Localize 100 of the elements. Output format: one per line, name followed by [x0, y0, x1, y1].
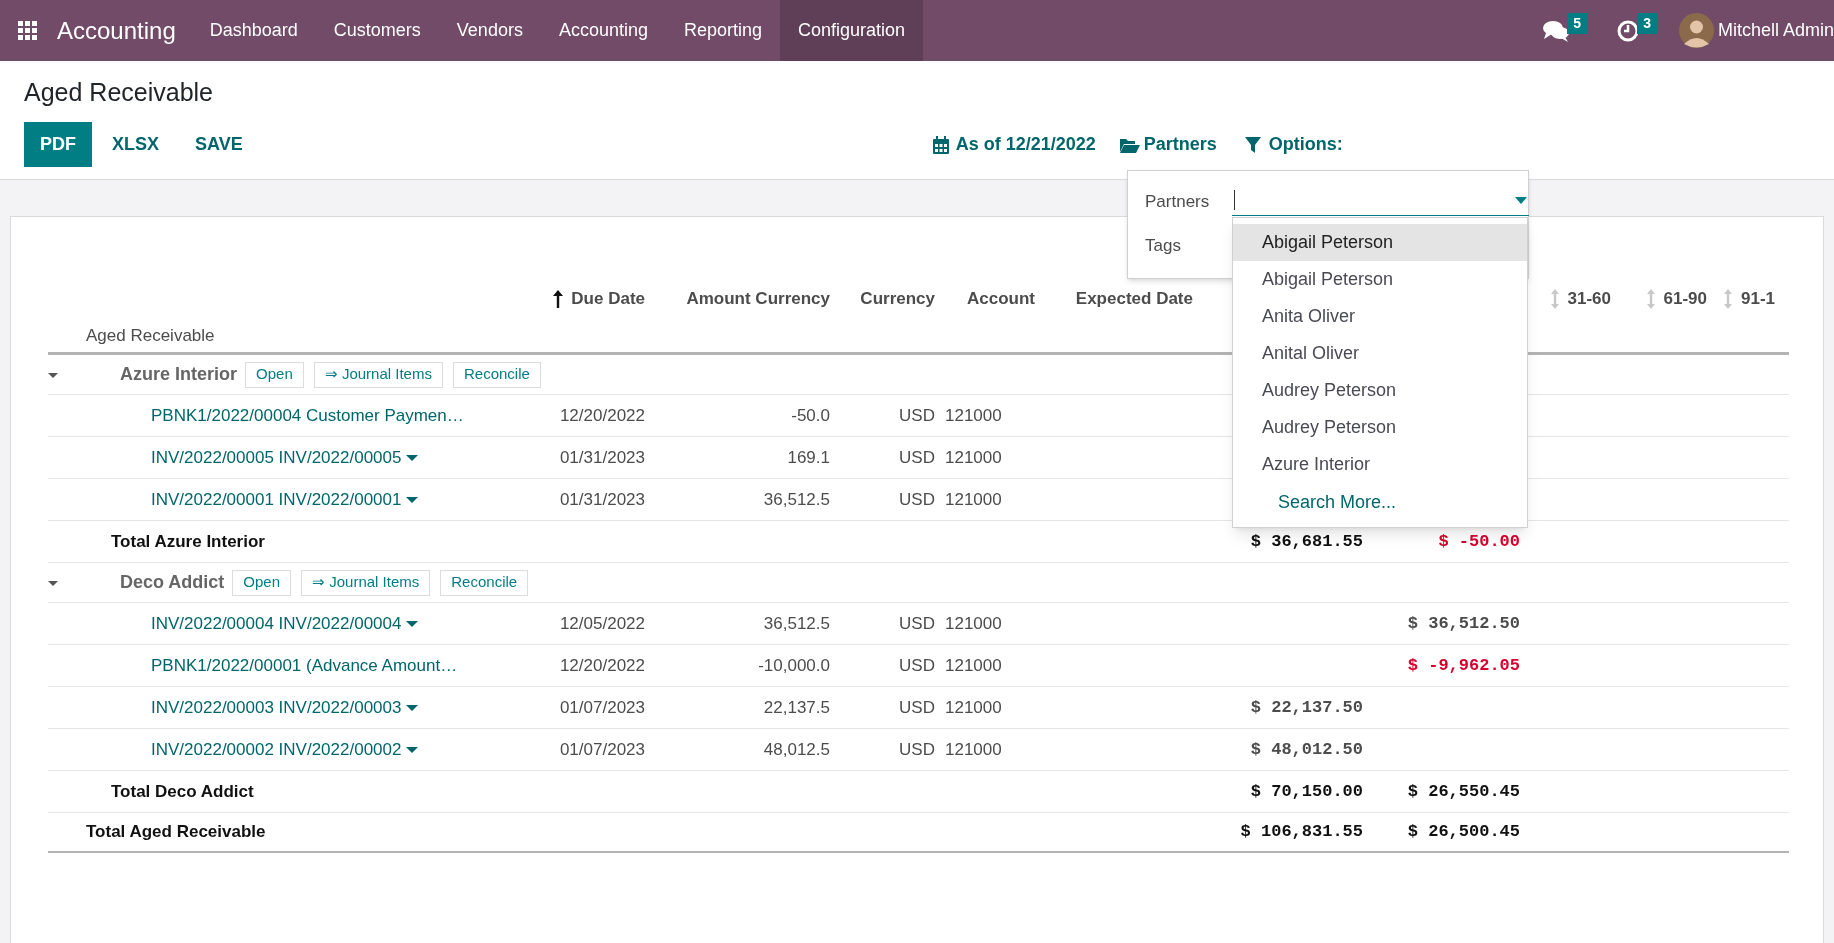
amount: $ 26,500.45	[1407, 821, 1520, 844]
table-cell-text: 01/07/2023	[559, 738, 645, 761]
filter-button[interactable]: As of 12/21/2022	[931, 131, 1096, 158]
amount: $ 106,831.55	[1240, 821, 1363, 844]
table-cell-text: 22,137.5	[763, 696, 830, 719]
amount: $ 26,550.45	[1407, 780, 1520, 803]
column-header[interactable]: Currency	[860, 286, 935, 312]
action-button[interactable]: ⇒ Journal Items	[313, 361, 443, 388]
amount: $ 36,512.50	[1407, 612, 1520, 635]
page-title: Aged Receivable	[24, 77, 214, 108]
table-cell-text: -50.0	[791, 404, 830, 427]
table-cell-text: 01/31/2023	[559, 488, 645, 511]
column-header[interactable]: 31-60	[1549, 286, 1611, 312]
suggestion-item[interactable]: Abigail Peterson	[1233, 261, 1527, 298]
avatar[interactable]	[1678, 13, 1714, 48]
column-header[interactable]: Amount Currency	[686, 286, 830, 312]
filter-button[interactable]: Options:	[1244, 131, 1343, 158]
search-more-link[interactable]: Search More...	[1278, 488, 1397, 516]
caret-down-icon[interactable]	[406, 703, 419, 712]
journal-entry-link[interactable]: INV/2022/00001 INV/2022/00001	[151, 486, 402, 513]
sort-icon	[1723, 289, 1733, 309]
table-cell-text: USD	[899, 404, 935, 427]
table-cell-text: 48,012.5	[763, 738, 830, 761]
suggestion-item[interactable]: Anital Oliver	[1233, 335, 1527, 372]
action-button[interactable]: Open	[245, 361, 304, 388]
amount: $ 36,681.55	[1250, 530, 1363, 553]
suggestion-item[interactable]: Audrey Peterson	[1233, 409, 1527, 446]
caret-down-icon[interactable]	[406, 619, 419, 628]
suggestion-item[interactable]: Azure Interior	[1233, 446, 1527, 483]
clock-icon[interactable]	[1617, 19, 1640, 42]
column-header[interactable]: 61-90	[1645, 286, 1707, 312]
table-cell-text: 121000	[945, 612, 1002, 635]
amount: $ -9,962.05	[1407, 654, 1520, 677]
group-name: Azure Interior	[120, 363, 238, 386]
table-cell-text: 121000	[945, 446, 1002, 469]
caret-down-icon[interactable]	[1515, 196, 1527, 204]
export-button[interactable]: SAVE	[179, 122, 259, 167]
suggestion-item[interactable]: Anita Oliver	[1233, 298, 1527, 335]
table-cell-text: 01/31/2023	[559, 446, 645, 469]
total-label: Total Aged Receivable	[86, 821, 266, 844]
report-title: Aged Receivable	[86, 324, 215, 347]
journal-entry-link[interactable]: INV/2022/00003 INV/2022/00003	[151, 694, 402, 721]
column-header[interactable]: Expected Date	[1075, 286, 1193, 312]
amount: $ 22,137.50	[1250, 696, 1363, 719]
suggestion-item[interactable]: Audrey Peterson	[1233, 372, 1527, 409]
table-cell-text: 121000	[945, 696, 1002, 719]
caret-down-icon[interactable]	[406, 495, 419, 504]
total-label: Total Deco Addict	[111, 780, 254, 803]
action-button[interactable]: Open	[232, 569, 292, 596]
table-cell-text: USD	[899, 446, 935, 469]
table-cell-text: USD	[899, 696, 935, 719]
caret-down-icon[interactable]	[406, 745, 419, 754]
table-cell-text: USD	[899, 654, 935, 677]
table-cell-text: USD	[899, 738, 935, 761]
activity-badge: 3	[1637, 13, 1657, 34]
total-label: Total Azure Interior	[111, 530, 265, 553]
table-cell-text: 121000	[945, 654, 1002, 677]
apps-menu-icon[interactable]	[18, 21, 37, 40]
table-cell-text: 36,512.5	[763, 488, 830, 511]
table-cell-text: USD	[899, 488, 935, 511]
menu-item[interactable]: Customers	[315, 0, 439, 61]
column-header[interactable]: Due Date	[553, 286, 645, 312]
table-cell-text: 121000	[945, 488, 1002, 511]
field-label: Tags	[1145, 235, 1181, 257]
calendar-icon	[931, 135, 952, 154]
column-header[interactable]: Account	[967, 286, 1035, 312]
export-button[interactable]: XLSX	[96, 122, 175, 167]
column-header[interactable]: 91-1	[1723, 286, 1776, 312]
action-button[interactable]: ⇒ Journal Items	[301, 569, 431, 596]
caret-down-icon[interactable]	[406, 453, 419, 462]
table-cell-text: 121000	[945, 404, 1002, 427]
journal-entry-link[interactable]: INV/2022/00004 INV/2022/00004	[151, 610, 402, 637]
sort-up-icon	[553, 290, 564, 308]
notification-badge: 5	[1567, 13, 1588, 34]
export-button[interactable]: PDF	[24, 122, 92, 167]
amount: $ 48,012.50	[1250, 738, 1363, 761]
menu-item[interactable]: Dashboard	[191, 0, 316, 61]
app-name[interactable]: Accounting	[57, 12, 176, 49]
menu-item[interactable]: Accounting	[540, 0, 666, 61]
table-cell-text: 36,512.5	[763, 612, 830, 635]
table-cell-text: 121000	[945, 738, 1002, 761]
action-button[interactable]: Reconcile	[440, 569, 529, 596]
journal-entry-link[interactable]: INV/2022/00005 INV/2022/00005	[151, 444, 402, 471]
amount: $ -50.00	[1438, 530, 1520, 553]
filter-button[interactable]: Partners	[1119, 131, 1217, 158]
user-name[interactable]: Mitchell Admin	[1717, 17, 1834, 44]
menu-item[interactable]: Reporting	[665, 0, 780, 61]
table-cell-text: 12/05/2022	[559, 612, 645, 635]
action-button[interactable]: Reconcile	[452, 361, 541, 388]
menu-item[interactable]: Vendors	[438, 0, 541, 61]
amount: $ 70,150.00	[1250, 780, 1363, 803]
table-cell-text: 12/20/2022	[559, 654, 645, 677]
table-cell-text: 01/07/2023	[559, 696, 645, 719]
suggestion-item[interactable]: Abigail Peterson	[1233, 224, 1527, 261]
journal-entry-link[interactable]: INV/2022/00002 INV/2022/00002	[151, 736, 402, 763]
table-cell-text: 12/20/2022	[559, 404, 645, 427]
journal-entry-link[interactable]: PBNK1/2022/00004 Customer Paymen…	[151, 402, 464, 429]
journal-entry-link[interactable]: PBNK1/2022/00001 (Advance Amount…	[151, 652, 458, 679]
menu-item[interactable]: Configuration	[780, 0, 924, 61]
chat-icon[interactable]	[1543, 19, 1570, 42]
